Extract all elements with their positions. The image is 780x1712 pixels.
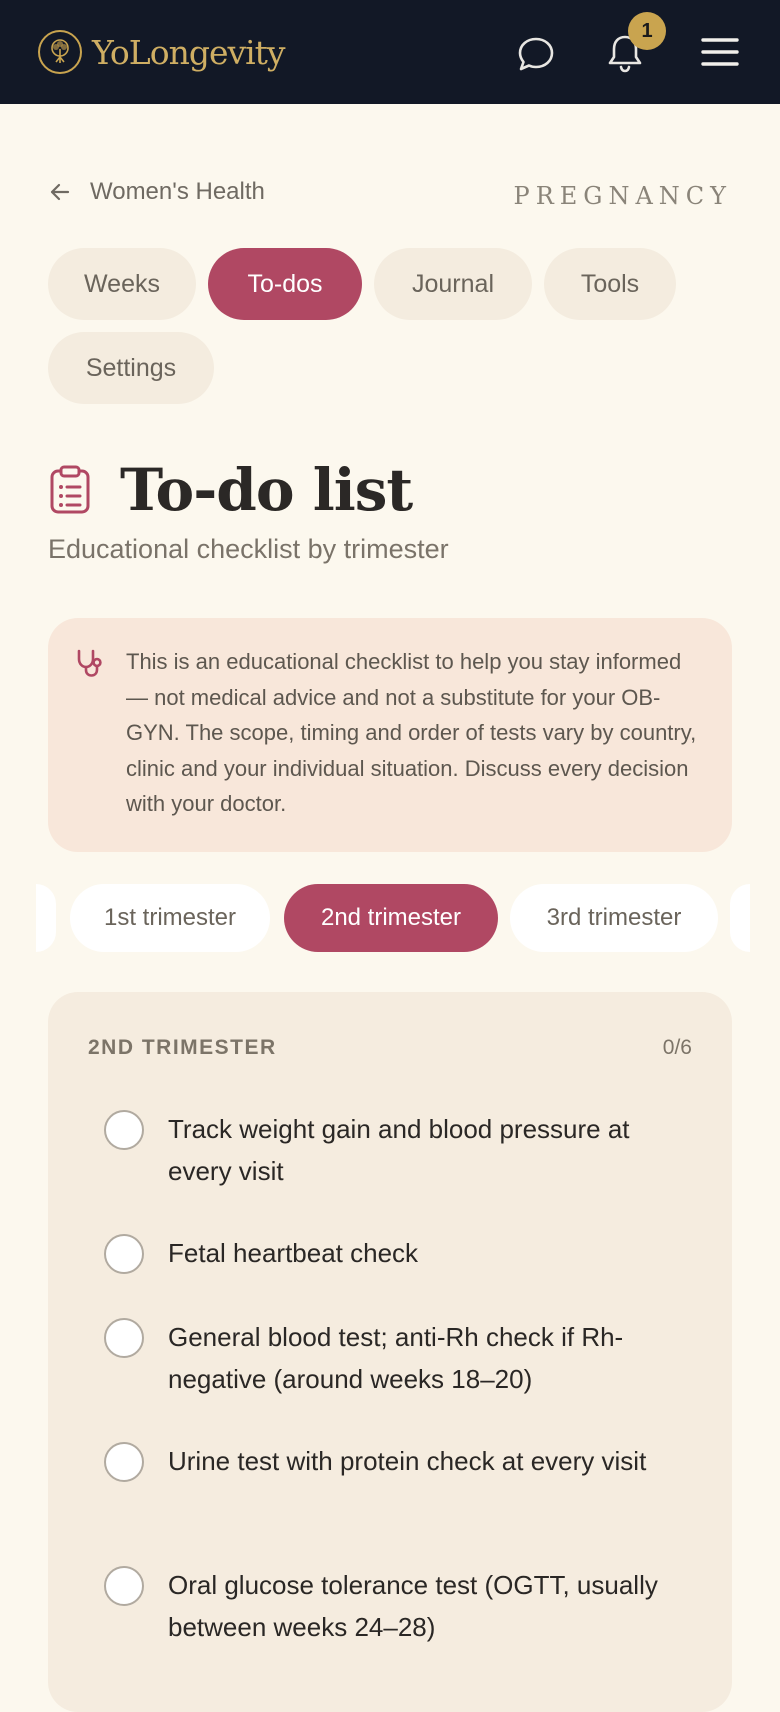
tab-tools[interactable]: Tools [544,248,676,320]
page-title: To-do list [120,456,413,524]
checklist-card: 2ND TRIMESTER 0/6 Track weight gain and … [48,992,732,1712]
checklist-item-text: Urine test with protein check at every v… [168,1446,647,1476]
top-navigation-bar: YoLongevity 1 [0,0,780,104]
brand-name: YoLongevity [92,32,286,72]
tab-weeks[interactable]: Weeks [48,248,196,320]
brand-link[interactable]: YoLongevity [38,30,286,74]
checklist-item: Track weight gain and blood pressure at … [104,1108,694,1192]
checklist-progress: 0/6 [662,1036,692,1059]
trimester-pill-1st[interactable]: 1st trimester [70,884,270,952]
checklist-item-text: Track weight gain and blood pressure at … [168,1114,630,1186]
stethoscope-icon [77,649,102,677]
arrow-left-icon [50,183,70,201]
checklist-item-text: General blood test; anti-Rh check if Rh-… [168,1322,624,1394]
clipboard-list-icon [50,465,90,514]
disclaimer-text: This is an educational checklist to help… [126,649,697,816]
chat-button[interactable] [512,30,560,78]
checkbox[interactable] [104,1442,144,1482]
checklist-item: Fetal heartbeat check [104,1232,694,1274]
tab-settings[interactable]: Settings [48,332,214,404]
checklist-item: Oral glucose tolerance test (OGTT, usual… [104,1564,694,1648]
tree-logo-icon [38,30,82,74]
medical-disclaimer: This is an educational checklist to help… [48,618,732,852]
checklist-item-text: Oral glucose tolerance test (OGTT, usual… [168,1570,658,1642]
checkbox[interactable] [104,1318,144,1358]
breadcrumb: Women's Health PREGNANCY [48,178,732,214]
section-label: PREGNANCY [513,182,732,210]
trimester-pill-partial-left[interactable] [36,884,56,952]
trimester-pill-partial-right[interactable] [730,884,750,952]
checklist-item: Urine test with protein check at every v… [104,1440,694,1482]
tab-journal[interactable]: Journal [374,248,532,320]
page-subtitle: Educational checklist by trimester [48,534,449,564]
trimester-pill-3rd[interactable]: 3rd trimester [510,884,718,952]
page-title-row: To-do list [48,456,413,524]
trimester-pill-2nd[interactable]: 2nd trimester [284,884,498,952]
menu-button[interactable] [696,30,744,74]
checkbox[interactable] [104,1110,144,1150]
chat-bubble-icon [518,37,554,71]
checklist-item: General blood test; anti-Rh check if Rh-… [104,1316,694,1400]
checkbox[interactable] [104,1234,144,1274]
back-link[interactable]: Women's Health [48,178,265,206]
notification-count-badge: 1 [628,12,666,50]
hamburger-menu-icon [701,38,739,66]
tab-to-dos[interactable]: To-dos [208,248,362,320]
trimester-selector: 1st trimester 2nd trimester 3rd trimeste… [0,884,780,952]
back-link-label: Women's Health [90,178,265,205]
checkbox[interactable] [104,1566,144,1606]
checklist-heading: 2ND TRIMESTER [88,1036,277,1059]
checklist-item-text: Fetal heartbeat check [168,1238,419,1268]
